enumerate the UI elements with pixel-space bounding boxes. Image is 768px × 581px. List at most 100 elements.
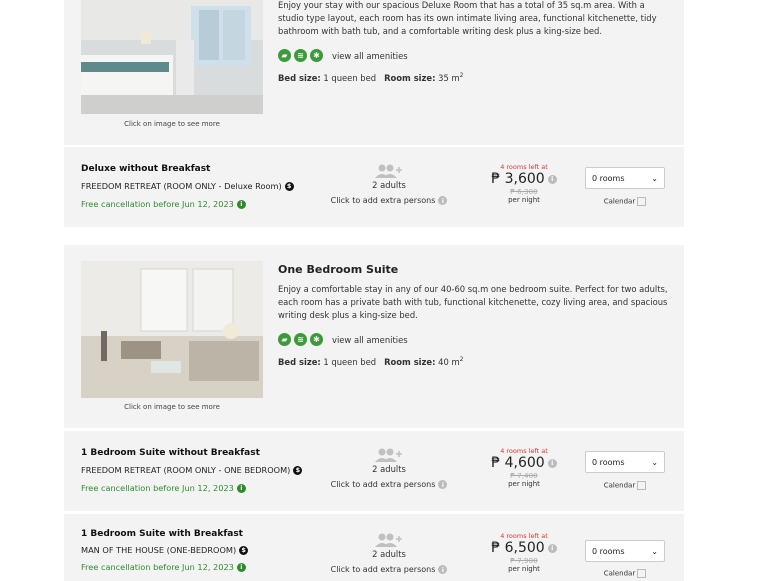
add-extra-persons[interactable]: Click to add extra persons i xyxy=(326,480,452,489)
view-all-amenities-link[interactable]: view all amenities xyxy=(332,51,408,61)
add-extra-persons[interactable]: Click to add extra persons i xyxy=(326,196,452,205)
dollar-icon[interactable]: $ xyxy=(239,545,249,555)
info-icon[interactable]: i xyxy=(547,174,557,184)
room-photo-suite[interactable] xyxy=(81,261,263,398)
calendar-link[interactable]: Calendar xyxy=(585,481,665,490)
rooms-select[interactable]: 0 rooms ⌄ xyxy=(585,167,665,189)
rate-name: Deluxe without Breakfast xyxy=(81,164,211,174)
calendar-icon[interactable] xyxy=(637,481,647,490)
room-title: One Bedroom Suite xyxy=(278,263,399,276)
bed-size-label: Bed size: xyxy=(278,356,321,367)
room-description: Enjoy a comfortable stay in any of our 4… xyxy=(278,284,668,320)
info-icon[interactable]: i xyxy=(438,565,448,574)
people-add-icon[interactable] xyxy=(374,164,404,178)
cancellation-policy: Free cancellation before Jun 12, 2023 i xyxy=(81,199,246,209)
info-icon[interactable]: i xyxy=(236,199,246,209)
add-extra-persons-text[interactable]: Click to add extra persons xyxy=(331,565,436,574)
rate-row: 1 Bedroom Suite with Breakfast MAN OF TH… xyxy=(64,514,684,581)
info-icon[interactable]: i xyxy=(236,562,246,572)
amenities-row: ▰ ≋ ✱ view all amenities xyxy=(278,49,408,62)
amenities-row: ▰ ≋ ✱ view all amenities xyxy=(278,333,408,346)
bed-size-label: Bed size: xyxy=(278,72,321,83)
rooms-select[interactable]: 0 rooms ⌄ xyxy=(585,451,665,473)
current-price-value: ₱ 3,600 xyxy=(491,171,545,187)
photo-caption: Click on image to see more xyxy=(124,403,220,411)
guest-selector[interactable]: 2 adults Click to add extra persons i xyxy=(326,164,452,205)
calendar-icon[interactable] xyxy=(637,197,647,206)
wifi-icon: ≋ xyxy=(294,49,307,62)
price-block: 4 rooms left at ₱ 6,500 i ₱ 7,900 per ni… xyxy=(484,532,564,573)
price-block: 4 rooms left at ₱ 3,600 i ₱ 6,300 per ni… xyxy=(484,163,564,204)
rate-plan-text: MAN OF THE HOUSE (ONE-BEDROOM) xyxy=(81,545,237,555)
rooms-select[interactable]: 0 rooms ⌄ xyxy=(585,540,665,562)
calendar-link[interactable]: Calendar xyxy=(585,197,665,206)
rooms-select-value: 0 rooms xyxy=(592,546,625,556)
calendar-label[interactable]: Calendar xyxy=(604,482,635,490)
info-icon[interactable]: i xyxy=(236,483,246,493)
info-icon[interactable]: i xyxy=(547,458,557,468)
current-price: ₱ 3,600 i xyxy=(484,171,564,187)
room-photo-deluxe[interactable] xyxy=(81,0,263,114)
info-icon[interactable]: i xyxy=(438,196,448,205)
cancellation-policy: Free cancellation before Jun 12, 2023 i xyxy=(81,483,246,493)
view-all-amenities-link[interactable]: view all amenities xyxy=(332,335,408,345)
add-extra-persons-text[interactable]: Click to add extra persons xyxy=(331,196,436,205)
chevron-down-icon: ⌄ xyxy=(651,457,658,467)
aircon-icon: ✱ xyxy=(310,333,323,346)
cancellation-text: Free cancellation before Jun 12, 2023 xyxy=(81,483,234,493)
aircon-icon: ✱ xyxy=(310,49,323,62)
info-icon[interactable]: i xyxy=(547,543,557,553)
add-extra-persons-text[interactable]: Click to add extra persons xyxy=(331,480,436,489)
rooms-select-value: 0 rooms xyxy=(592,173,625,183)
room-size-label: Room size: xyxy=(384,72,436,83)
guest-count: 2 adults xyxy=(372,549,406,559)
room-card-suite: Click on image to see more One Bedroom S… xyxy=(64,245,684,428)
original-price: ₱ 7,400 xyxy=(510,471,538,480)
cancellation-text: Free cancellation before Jun 12, 2023 xyxy=(81,199,234,209)
add-extra-persons[interactable]: Click to add extra persons i xyxy=(326,565,452,574)
cancellation-policy: Free cancellation before Jun 12, 2023 i xyxy=(81,562,246,572)
room-size-label: Room size: xyxy=(384,356,436,367)
bed-room-size: Bed size: 1 queen bed Room size: 35 m2 xyxy=(278,72,463,83)
photo-caption: Click on image to see more xyxy=(124,120,220,128)
rate-row: Deluxe without Breakfast FREEDOM RETREAT… xyxy=(64,147,684,227)
room-card-deluxe: Click on image to see more Enjoy your st… xyxy=(64,0,684,145)
rooms-select-value: 0 rooms xyxy=(592,457,625,467)
people-add-icon[interactable] xyxy=(374,448,404,462)
price-block: 4 rooms left at ₱ 4,600 i ₱ 7,400 per ni… xyxy=(484,447,564,488)
guest-selector[interactable]: 2 adults Click to add extra persons i xyxy=(326,448,452,489)
room-size-unit: 2 xyxy=(459,356,464,363)
chevron-down-icon: ⌄ xyxy=(651,173,658,183)
original-price: ₱ 7,900 xyxy=(510,556,538,565)
calendar-label[interactable]: Calendar xyxy=(604,198,635,206)
room-size-value: 35 m xyxy=(438,72,460,83)
room-size-unit: 2 xyxy=(459,72,464,79)
rate-plan: FREEDOM RETREAT (ROOM ONLY - ONE BEDROOM… xyxy=(81,465,303,475)
info-icon[interactable]: i xyxy=(438,480,448,489)
rate-name: 1 Bedroom Suite with Breakfast xyxy=(81,529,243,539)
kitchen-icon: ▰ xyxy=(278,333,291,346)
dollar-icon[interactable]: $ xyxy=(293,465,303,475)
wifi-icon: ≋ xyxy=(294,333,307,346)
guest-selector[interactable]: 2 adults Click to add extra persons i xyxy=(326,533,452,574)
people-add-icon[interactable] xyxy=(374,533,404,547)
per-night-label: per night xyxy=(508,565,540,573)
rooms-left: 4 rooms left at xyxy=(500,163,548,171)
per-night-label: per night xyxy=(508,196,540,204)
cancellation-text: Free cancellation before Jun 12, 2023 xyxy=(81,562,234,572)
rate-plan-text: FREEDOM RETREAT (ROOM ONLY - Deluxe Room… xyxy=(81,181,282,191)
dollar-icon[interactable]: $ xyxy=(284,181,294,191)
calendar-label[interactable]: Calendar xyxy=(604,570,635,578)
guest-count: 2 adults xyxy=(372,464,406,474)
bed-room-size: Bed size: 1 queen bed Room size: 40 m2 xyxy=(278,356,463,367)
chevron-down-icon: ⌄ xyxy=(651,546,658,556)
calendar-link[interactable]: Calendar xyxy=(585,569,665,578)
bed-size-value: 1 queen bed xyxy=(323,356,377,367)
bed-size-value: 1 queen bed xyxy=(323,72,377,83)
original-price: ₱ 6,300 xyxy=(510,187,538,196)
rooms-left: 4 rooms left at xyxy=(500,532,548,540)
calendar-icon[interactable] xyxy=(637,569,647,578)
per-night-label: per night xyxy=(508,480,540,488)
rate-row: 1 Bedroom Suite without Breakfast FREEDO… xyxy=(64,431,684,511)
rate-name: 1 Bedroom Suite without Breakfast xyxy=(81,448,260,458)
